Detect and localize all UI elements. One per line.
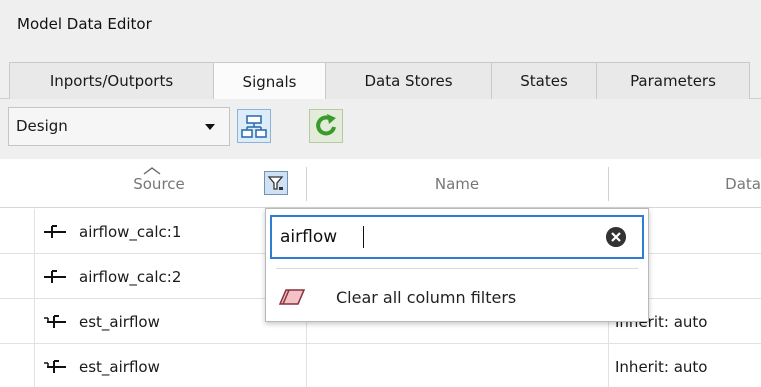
filter-search-box[interactable] bbox=[270, 215, 644, 259]
clear-all-filters-item[interactable]: Clear all column filters bbox=[274, 279, 642, 315]
source-label: est_airflow bbox=[79, 312, 160, 331]
table-row[interactable]: est_airflow Inherit: auto bbox=[0, 344, 761, 387]
hierarchy-button[interactable] bbox=[237, 109, 271, 143]
signal-line-icon bbox=[44, 224, 66, 238]
tab-parameters[interactable]: Parameters bbox=[596, 62, 750, 99]
source-label: est_airflow bbox=[79, 357, 160, 376]
filter-icon bbox=[267, 176, 284, 190]
data-type-cell[interactable]: Inherit: auto bbox=[608, 344, 761, 387]
filter-search-input[interactable] bbox=[280, 225, 580, 249]
source-label: airflow_calc:1 bbox=[79, 222, 182, 241]
clear-search-icon[interactable] bbox=[606, 227, 626, 247]
refresh-button[interactable] bbox=[309, 109, 343, 143]
source-cell: est_airflow bbox=[34, 344, 306, 387]
popup-divider bbox=[276, 268, 638, 269]
hierarchy-icon bbox=[241, 115, 267, 138]
column-header-source[interactable]: Source bbox=[34, 159, 284, 208]
signal-line-icon bbox=[44, 269, 66, 283]
chevron-down-icon bbox=[205, 124, 215, 130]
title-bar: Model Data Editor bbox=[0, 0, 761, 52]
signal-branch-icon bbox=[44, 314, 66, 328]
column-filter-popup: Clear all column filters bbox=[265, 208, 649, 322]
column-header-data[interactable]: Data bbox=[608, 159, 761, 208]
tab-bar: Inports/Outports Signals Data Stores Sta… bbox=[0, 52, 761, 100]
table-header: Source Name Data bbox=[0, 159, 761, 208]
column-filter-button[interactable] bbox=[264, 171, 288, 195]
text-cursor bbox=[363, 226, 364, 248]
tab-inports-outports[interactable]: Inports/Outports bbox=[9, 62, 214, 99]
source-label: airflow_calc:2 bbox=[79, 267, 182, 286]
refresh-icon bbox=[316, 114, 336, 136]
clear-all-filters-label: Clear all column filters bbox=[336, 287, 517, 307]
tab-states[interactable]: States bbox=[491, 62, 597, 99]
tab-signals[interactable]: Signals bbox=[213, 62, 326, 100]
tab-data-stores[interactable]: Data Stores bbox=[325, 62, 492, 99]
column-header-name[interactable]: Name bbox=[306, 159, 608, 208]
toolbar: Design bbox=[0, 99, 761, 159]
eraser-icon bbox=[278, 289, 306, 305]
view-select[interactable]: Design bbox=[8, 107, 230, 146]
name-cell[interactable] bbox=[306, 344, 608, 387]
view-select-value: Design bbox=[16, 117, 68, 135]
window-title: Model Data Editor bbox=[17, 15, 152, 33]
signal-branch-icon bbox=[44, 359, 66, 373]
column-header-data-label: Data bbox=[725, 174, 761, 193]
